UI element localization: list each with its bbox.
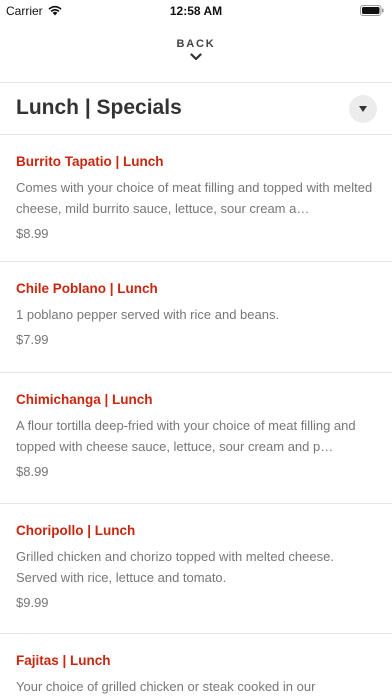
back-label: BACK bbox=[176, 38, 216, 50]
menu-item-fajitas[interactable]: Fajitas | Lunch Your choice of grilled c… bbox=[0, 634, 392, 696]
item-price: $8.99 bbox=[16, 464, 49, 479]
item-price: $7.99 bbox=[16, 332, 49, 347]
item-name: Choripollo | Lunch bbox=[16, 523, 136, 538]
item-name: Burrito Tapatio | Lunch bbox=[16, 154, 164, 169]
item-name: Fajitas | Lunch bbox=[16, 653, 111, 668]
item-name: Chile Poblano | Lunch bbox=[16, 281, 158, 296]
item-description: Comes with your choice of meat filling a… bbox=[16, 180, 373, 216]
back-button[interactable]: BACK bbox=[146, 38, 246, 74]
battery-icon bbox=[360, 5, 384, 16]
menu-item-chimichanga[interactable]: Chimichanga | Lunch A flour tortilla dee… bbox=[0, 373, 392, 504]
item-description: Your choice of grilled chicken or steak … bbox=[16, 679, 316, 694]
chevron-down-icon bbox=[190, 53, 202, 61]
item-price: $9.99 bbox=[16, 595, 49, 610]
menu-item-choripollo[interactable]: Choripollo | Lunch Grilled chicken and c… bbox=[0, 504, 392, 634]
status-bar: Carrier 12:58 AM bbox=[0, 0, 392, 22]
clock: 12:58 AM bbox=[169, 4, 223, 18]
menu-list: Burrito Tapatio | Lunch Comes with your … bbox=[0, 135, 392, 696]
menu-item-chile-poblano[interactable]: Chile Poblano | Lunch 1 poblano pepper s… bbox=[0, 262, 392, 373]
item-description: Grilled chicken and chorizo topped with … bbox=[16, 549, 334, 585]
item-description: A flour tortilla deep-fried with your ch… bbox=[16, 418, 356, 454]
page-title: Lunch | Specials bbox=[16, 96, 182, 119]
dropdown-triangle-icon bbox=[359, 106, 367, 112]
menu-item-burrito-tapatio[interactable]: Burrito Tapatio | Lunch Comes with your … bbox=[0, 135, 392, 262]
header-divider bbox=[0, 82, 392, 83]
item-name: Chimichanga | Lunch bbox=[16, 392, 153, 407]
item-description: 1 poblano pepper served with rice and be… bbox=[16, 307, 280, 322]
category-dropdown-button[interactable] bbox=[349, 95, 377, 123]
item-price: $8.99 bbox=[16, 226, 49, 241]
